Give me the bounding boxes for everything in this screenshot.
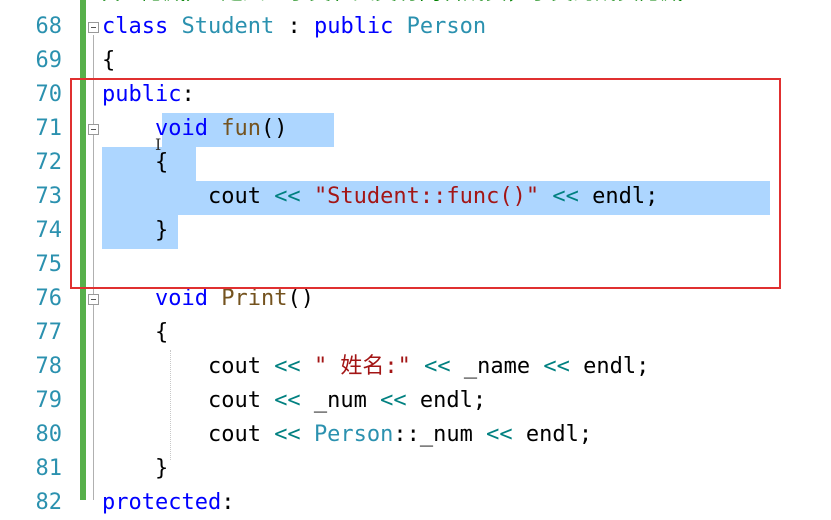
code-token: Print (221, 286, 288, 311)
code-token: _num (300, 388, 381, 413)
code-token: << (274, 422, 301, 447)
code-token: : (274, 14, 314, 39)
code-token: << (274, 354, 301, 379)
code-token: Person (313, 422, 394, 447)
code-token: Person (406, 14, 487, 39)
code-line[interactable]: 80 cout << Person::_num << endl; (0, 418, 831, 452)
line-number: 69 (35, 48, 63, 73)
code-text[interactable]: { (102, 316, 168, 350)
line-number: 72 (35, 150, 63, 175)
code-line[interactable]: 78 cout << " 姓名:" << _name << endl; (0, 350, 831, 384)
code-token: } (102, 456, 169, 481)
code-token: endl; (512, 422, 593, 447)
code-token: cout (102, 422, 275, 447)
code-token: : (221, 490, 235, 515)
code-line[interactable]: 81 } (0, 452, 831, 486)
text-cursor-icon: I (155, 135, 162, 154)
code-token: () (287, 286, 314, 311)
code-token: endl; (569, 354, 650, 379)
code-token: public (313, 14, 407, 39)
code-token: << (274, 388, 301, 413)
line-number: 73 (35, 184, 63, 209)
code-text[interactable]: cout << " 姓名:" << _name << endl; (102, 350, 649, 384)
code-token: Student (181, 14, 275, 39)
code-line[interactable]: 69 { (0, 44, 831, 78)
code-token: << (486, 422, 513, 447)
line-number: 81 (35, 456, 63, 481)
code-token: endl; (406, 388, 487, 413)
collapse-icon[interactable] (88, 294, 99, 305)
code-text[interactable]: protected: (102, 486, 234, 520)
collapse-icon[interactable] (88, 22, 99, 33)
code-token: { (102, 320, 169, 345)
line-number: 68 (35, 14, 63, 39)
line-number: 67 (18, 0, 63, 10)
code-text[interactable]: class Student : public Person (102, 10, 486, 44)
line-number: 70 (35, 82, 63, 107)
code-text[interactable]: // 隐藏/重定义：子类和父类有同名成员，子类的成员隐藏 (102, 0, 683, 10)
code-text[interactable]: } (102, 452, 168, 486)
code-token: { (102, 48, 116, 73)
code-token: cout (102, 388, 275, 413)
code-line[interactable]: 67 // 隐藏/重定义：子类和父类有同名成员，子类的成员隐藏 (0, 0, 831, 10)
line-number: 79 (35, 388, 63, 413)
code-text[interactable]: cout << _num << endl; (102, 384, 486, 418)
code-line[interactable]: 79 cout << _num << endl; (0, 384, 831, 418)
code-token: // 隐藏/重定义：子类和父类有同名成员，子类的成员隐藏 (102, 0, 683, 5)
code-token: ::_num (393, 422, 487, 447)
code-token: class (102, 14, 182, 39)
line-number: 76 (35, 286, 63, 311)
code-text[interactable]: cout << Person::_num << endl; (102, 418, 592, 452)
code-token: protected (102, 490, 222, 515)
line-number: 80 (35, 422, 63, 447)
code-token: void (154, 286, 222, 311)
line-number: 77 (35, 320, 63, 345)
line-number: 71 (35, 116, 63, 141)
code-editor[interactable]: 67 // 隐藏/重定义：子类和父类有同名成员，子类的成员隐藏 68 class St… (0, 0, 831, 515)
code-token: _name (450, 354, 544, 379)
annotation-highlight-box (70, 78, 781, 289)
code-token: << (424, 354, 451, 379)
code-line[interactable]: 68 class Student : public Person (0, 10, 831, 44)
line-number: 78 (35, 354, 63, 379)
code-token: << (543, 354, 570, 379)
code-token: " 姓名:" (313, 354, 411, 379)
code-text[interactable]: { (102, 44, 115, 78)
code-token: << (380, 388, 407, 413)
line-number: 74 (35, 218, 63, 243)
line-number: 75 (35, 252, 63, 277)
code-line[interactable]: 82 protected: (0, 486, 831, 520)
code-token: cout (102, 354, 275, 379)
line-number: 82 (35, 490, 63, 515)
code-line[interactable]: 77 { (0, 316, 831, 350)
